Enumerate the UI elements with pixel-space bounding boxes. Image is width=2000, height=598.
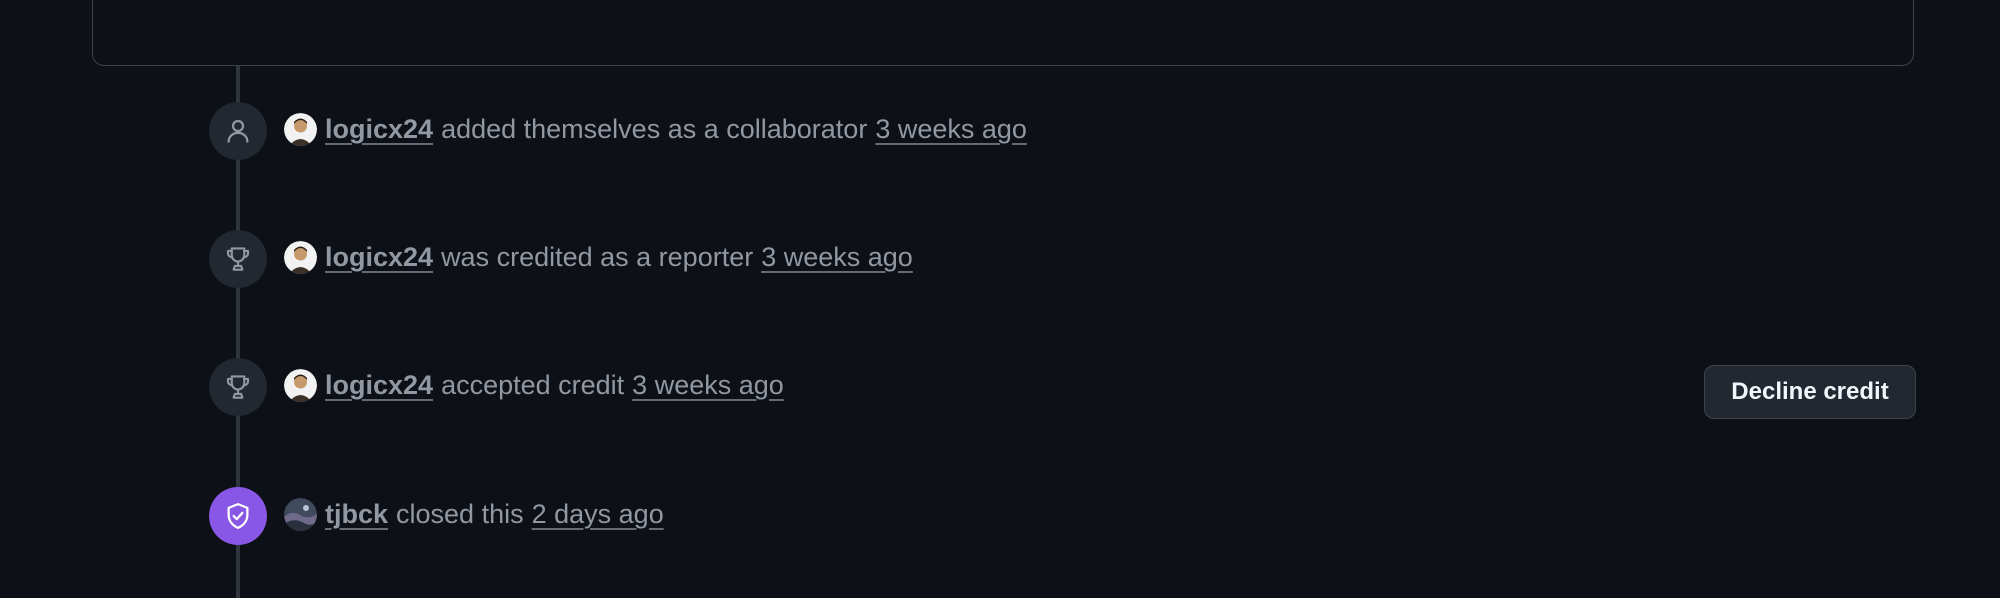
timeline-badge-closed xyxy=(209,487,267,545)
avatar[interactable] xyxy=(284,241,317,274)
event-text: logicx24 added themselves as a collabora… xyxy=(284,113,1027,146)
event-action: added themselves as a collaborator xyxy=(441,114,868,144)
event-action: was credited as a reporter xyxy=(441,242,754,272)
event-time-link[interactable]: 2 days ago xyxy=(532,499,664,530)
trophy-icon xyxy=(226,375,250,399)
event-time-link[interactable]: 3 weeks ago xyxy=(875,114,1027,145)
decline-credit-button[interactable]: Decline credit xyxy=(1704,365,1916,419)
trophy-icon xyxy=(226,247,250,271)
event-time-link[interactable]: 3 weeks ago xyxy=(632,370,784,401)
user-link[interactable]: logicx24 xyxy=(325,370,433,401)
shield-check-icon xyxy=(227,503,249,529)
event-text: logicx24 was credited as a reporter 3 we… xyxy=(284,241,913,274)
timeline-event-credited: logicx24 was credited as a reporter 3 we… xyxy=(0,230,2000,290)
user-link[interactable]: logicx24 xyxy=(325,114,433,145)
timeline-event-collaborator: logicx24 added themselves as a collabora… xyxy=(0,102,2000,162)
avatar[interactable] xyxy=(284,369,317,402)
timeline-event-closed: tjbck closed this 2 days ago xyxy=(0,487,2000,547)
avatar[interactable] xyxy=(284,113,317,146)
event-time-link[interactable]: 3 weeks ago xyxy=(761,242,913,273)
event-text: logicx24 accepted credit 3 weeks ago xyxy=(284,369,784,402)
timeline-event-accepted-credit: logicx24 accepted credit 3 weeks ago xyxy=(0,358,2000,418)
event-action: accepted credit xyxy=(441,370,625,400)
person-icon xyxy=(227,119,249,143)
user-link[interactable]: tjbck xyxy=(325,499,388,530)
timeline-badge xyxy=(209,358,267,416)
event-text: tjbck closed this 2 days ago xyxy=(284,498,664,531)
timeline-badge xyxy=(209,102,267,160)
event-action: closed this xyxy=(396,499,524,529)
previous-comment-box xyxy=(92,0,1914,66)
timeline-badge xyxy=(209,230,267,288)
user-link[interactable]: logicx24 xyxy=(325,242,433,273)
avatar[interactable] xyxy=(284,498,317,531)
